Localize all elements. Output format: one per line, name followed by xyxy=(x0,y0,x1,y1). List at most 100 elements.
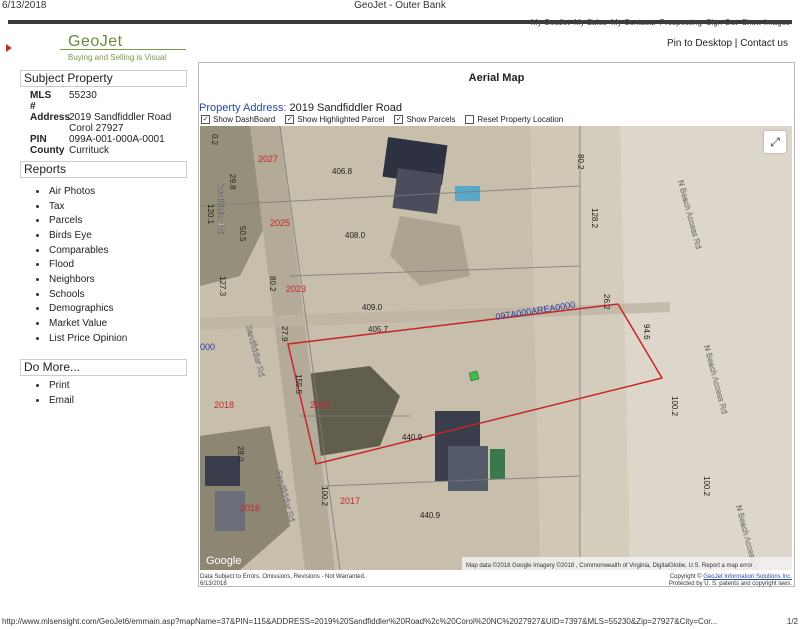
reports-menu: Air Photos Tax Parcels Birds Eye Compara… xyxy=(36,184,127,346)
report-market-value[interactable]: Market Value xyxy=(36,316,127,331)
bullet-icon xyxy=(36,398,39,402)
checkbox-icon: ✓ xyxy=(394,115,404,124)
patent-notice: Protected by U. S. patents and copyright… xyxy=(668,581,792,587)
menu-label: Market Value xyxy=(49,318,108,330)
aerial-map[interactable]: 097A000AREA0000 000 2027 2025 2023 2019 … xyxy=(200,126,792,570)
bullet-icon xyxy=(36,277,39,281)
field-value: Corol 27927 xyxy=(69,123,124,134)
bullet-icon xyxy=(36,322,39,326)
checkbox-label: Show Parcels xyxy=(406,115,456,124)
dimension-label: 440.9 xyxy=(402,433,423,442)
nav-sign-out[interactable]: Sign Out xyxy=(706,18,737,27)
dimension-label: 29.8 xyxy=(228,174,237,190)
menu-label: List Price Opinion xyxy=(49,332,128,344)
lot-number: 2018 xyxy=(214,400,234,410)
print-url: http://www.mlsensight.com/GeoJet6/emmain… xyxy=(2,617,718,626)
top-nav: My GeoJet My Sales My Contacts Prospecti… xyxy=(529,18,790,27)
menu-label: Schools xyxy=(49,288,85,300)
property-address: Property Address: 2019 Sandfiddler Road xyxy=(199,102,402,114)
subject-property-fields: MLS #55230 Address 2019 Sandfiddler Road … xyxy=(30,90,171,156)
map-panel-title: Aerial Map xyxy=(468,72,525,84)
menu-label: Birds Eye xyxy=(49,229,92,241)
show-dashboard-checkbox[interactable]: ✓ Show DashBoard xyxy=(201,115,275,124)
nav-my-geojet[interactable]: My GeoJet xyxy=(531,18,570,27)
checkbox-icon: ✓ xyxy=(285,115,295,124)
footer-left: Data Subject to Errors, Omissions, Revis… xyxy=(200,574,366,588)
lot-number: 2019 xyxy=(310,400,330,410)
lot-number: 2023 xyxy=(286,284,306,294)
map-options: ✓ Show DashBoard ✓ Show Highlighted Parcel… xyxy=(201,115,563,124)
menu-label: Tax xyxy=(49,200,65,212)
nav-show-images[interactable]: Show Images xyxy=(742,18,790,27)
field-key xyxy=(30,123,57,134)
checkbox-icon: ✓ xyxy=(201,115,210,124)
show-parcels-checkbox[interactable]: ✓ Show Parcels xyxy=(394,115,455,124)
dimension-label: 120.1 xyxy=(206,204,215,225)
report-air-photos[interactable]: Air Photos xyxy=(36,184,127,199)
nav-my-contacts[interactable]: My Contacts xyxy=(611,18,655,27)
nav-prospecting[interactable]: Prospecting xyxy=(660,18,702,27)
field-value: 099A-001-000A-0001 xyxy=(69,134,165,145)
menu-label: Neighbors xyxy=(49,273,95,285)
menu-label: Parcels xyxy=(49,215,83,227)
contact-us-link[interactable]: Contact us xyxy=(740,38,788,49)
checkbox-label: Show Highlighted Parcel xyxy=(297,115,385,124)
dimension-label: 128.2 xyxy=(590,208,599,229)
dimension-label: 406.8 xyxy=(332,167,353,176)
report-comparables[interactable]: Comparables xyxy=(36,243,127,258)
bullet-icon xyxy=(36,292,39,296)
reports-heading: Reports xyxy=(20,161,187,178)
field-value: 55230 xyxy=(69,90,97,101)
report-parcels[interactable]: Parcels xyxy=(36,213,127,228)
report-flood[interactable]: Flood xyxy=(36,257,127,272)
footer-date: 6/13/2018 xyxy=(200,581,227,587)
bullet-icon xyxy=(36,219,39,223)
report-neighbors[interactable]: Neighbors xyxy=(36,272,127,287)
report-birds-eye[interactable]: Birds Eye xyxy=(36,228,127,243)
do-more-heading: Do More... xyxy=(20,359,187,376)
dimension-label: 408.0 xyxy=(345,231,366,240)
geojet-link[interactable]: GeoJet Information Solutions Inc. xyxy=(703,574,792,580)
dimension-label: 0.2 xyxy=(210,134,219,146)
reset-property-location-checkbox[interactable]: Reset Property Location xyxy=(465,115,563,124)
bullet-icon xyxy=(36,248,39,252)
do-more-menu: Print Email xyxy=(36,378,74,407)
nav-my-sales[interactable]: My Sales xyxy=(574,18,607,27)
field-mls: MLS # 55230 xyxy=(30,90,171,112)
report-schools[interactable]: Schools xyxy=(36,287,127,302)
road-label: Sandfiddler Rd xyxy=(216,181,225,234)
fullscreen-icon[interactable]: ⤢ xyxy=(764,131,786,153)
lot-number: 2017 xyxy=(340,496,360,506)
field-county: County Currituck xyxy=(30,145,171,156)
menu-label: Print xyxy=(49,379,70,391)
bullet-icon xyxy=(36,263,39,267)
bullet-icon xyxy=(36,307,39,311)
report-list-price-opinion[interactable]: List Price Opinion xyxy=(36,331,127,346)
collapse-arrow-icon[interactable] xyxy=(6,44,12,52)
dimension-label: 100.2 xyxy=(320,486,329,507)
bullet-icon xyxy=(36,204,39,208)
property-address-label: Property Address: xyxy=(199,102,287,114)
print-page-number: 1/2 xyxy=(786,617,798,626)
google-logo: Google xyxy=(206,555,241,567)
footer-right: Copyright © GeoJet Information Solutions… xyxy=(669,574,792,588)
menu-label: Demographics xyxy=(49,303,114,315)
show-highlighted-parcel-checkbox[interactable]: ✓ Show Highlighted Parcel xyxy=(285,115,384,124)
action-email[interactable]: Email xyxy=(36,393,74,408)
checkbox-icon xyxy=(465,115,475,124)
pin-links-separator: | xyxy=(734,38,738,49)
dimension-label: 80.2 xyxy=(576,154,585,170)
report-demographics[interactable]: Demographics xyxy=(36,302,127,317)
menu-label: Air Photos xyxy=(49,185,96,197)
action-print[interactable]: Print xyxy=(36,378,74,393)
property-address-value: 2019 Sandfiddler Road xyxy=(289,102,403,114)
dimension-label: 155.5 xyxy=(294,374,303,395)
logo-underline xyxy=(60,49,186,50)
dimension-label: 26.2 xyxy=(602,294,611,310)
dimension-label: 27.9 xyxy=(280,326,289,342)
report-tax[interactable]: Tax xyxy=(36,199,127,214)
dimension-label: 50.5 xyxy=(238,226,247,242)
logo-tagline: Buying and Selling is Visual xyxy=(68,53,167,62)
pin-to-desktop-link[interactable]: Pin to Desktop xyxy=(667,38,732,49)
field-key: Address xyxy=(30,112,71,123)
